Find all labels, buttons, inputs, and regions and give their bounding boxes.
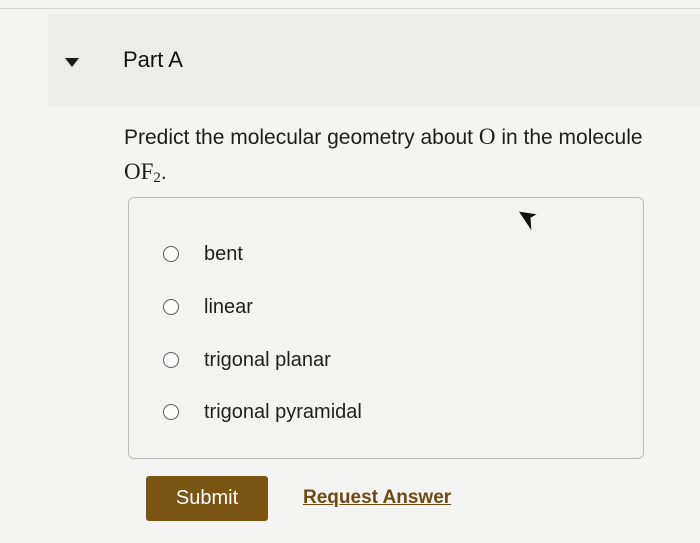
option-linear[interactable]: linear bbox=[163, 292, 253, 322]
caret-down-icon[interactable] bbox=[65, 58, 79, 67]
option-label: trigonal pyramidal bbox=[204, 400, 362, 423]
radio-button[interactable] bbox=[163, 352, 179, 368]
answer-options: bent linear trigonal planar trigonal pyr… bbox=[128, 197, 644, 459]
option-label: linear bbox=[204, 295, 253, 318]
formula-subscript: 2 bbox=[153, 170, 161, 186]
top-divider bbox=[0, 8, 700, 9]
radio-button[interactable] bbox=[163, 404, 179, 420]
option-trigonal-pyramidal[interactable]: trigonal pyramidal bbox=[163, 397, 362, 427]
question-text-middle: in the molecule bbox=[495, 126, 643, 149]
mouse-pointer-icon bbox=[516, 210, 540, 234]
option-label: bent bbox=[204, 242, 243, 265]
part-title: Part A bbox=[123, 47, 183, 72]
central-atom: O bbox=[478, 124, 496, 149]
option-label: trigonal planar bbox=[204, 348, 331, 371]
question-prompt: Predict the molecular geometry about O i… bbox=[124, 120, 664, 195]
submit-button[interactable]: Submit bbox=[146, 476, 268, 521]
option-trigonal-planar[interactable]: trigonal planar bbox=[163, 345, 331, 375]
radio-button[interactable] bbox=[163, 299, 179, 315]
option-bent[interactable]: bent bbox=[163, 239, 243, 269]
molecule-formula: OF2 bbox=[124, 159, 161, 186]
question-text-after: . bbox=[160, 161, 167, 184]
radio-button[interactable] bbox=[163, 246, 179, 262]
question-text-before: Predict the molecular geometry about bbox=[124, 126, 479, 149]
request-answer-link[interactable]: Request Answer bbox=[303, 487, 451, 509]
formula-base: OF bbox=[124, 159, 154, 184]
